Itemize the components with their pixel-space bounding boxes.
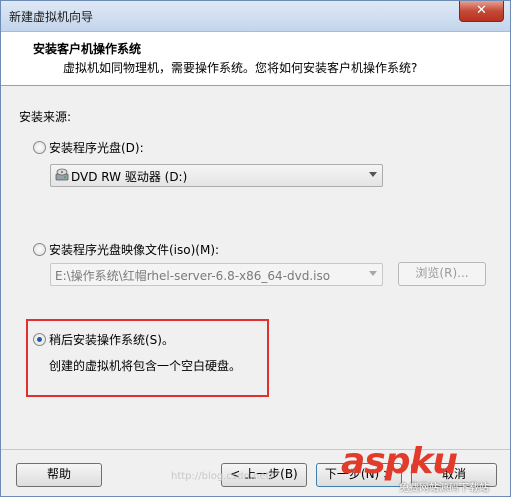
cd-drive-icon [55, 168, 69, 181]
help-button[interactable]: 帮助 [16, 463, 102, 487]
install-iso-label[interactable]: 安装程序光盘映像文件(iso)(M): [49, 241, 219, 258]
radio-install-iso[interactable] [33, 243, 46, 256]
logo-subtext: 免费网站源码下载站 [399, 483, 489, 494]
aspku-logo: aspku 免费网站源码下载站 [341, 441, 509, 496]
close-button[interactable]: ✕ [459, 1, 504, 22]
install-later-label[interactable]: 稍后安装操作系统(S)。 [49, 331, 174, 348]
page-description: 虚拟机如同物理机，需要操作系统。您将如何安装客户机操作系统? [63, 61, 418, 75]
install-later-description: 创建的虚拟机将包含一个空白硬盘。 [49, 359, 242, 373]
page-title: 安装客户机操作系统 [33, 42, 142, 56]
radio-install-later[interactable] [33, 333, 46, 346]
install-disc-label[interactable]: 安装程序光盘(D): [49, 139, 144, 156]
drive-select-value: DVD RW 驱动器 (D:) [71, 170, 188, 184]
watermark-text: http://blog.csdn.net/ [171, 471, 273, 482]
logo-text: aspku [341, 441, 458, 482]
drive-select[interactable]: DVD RW 驱动器 (D:) [50, 164, 383, 187]
wizard-header: 安装客户机操作系统 虚拟机如同物理机，需要操作系统。您将如何安装客户机操作系统? [1, 32, 510, 86]
chevron-down-icon [369, 172, 377, 177]
title-bar[interactable]: 新建虚拟机向导 ✕ [1, 1, 510, 32]
install-source-label: 安装来源: [19, 110, 72, 124]
browse-button[interactable]: 浏览(R)... [398, 262, 486, 286]
new-vm-wizard-window: 新建虚拟机向导 ✕ 安装客户机操作系统 虚拟机如同物理机，需要操作系统。您将如何… [0, 0, 511, 497]
iso-path-combobox[interactable]: E:\操作系统\红帽rhel-server-6.8-x86_64-dvd.iso [50, 263, 383, 286]
window-title: 新建虚拟机向导 [9, 10, 94, 24]
radio-install-disc[interactable] [33, 141, 46, 154]
chevron-down-icon [369, 271, 377, 276]
iso-path-value: E:\操作系统\红帽rhel-server-6.8-x86_64-dvd.iso [55, 269, 331, 283]
